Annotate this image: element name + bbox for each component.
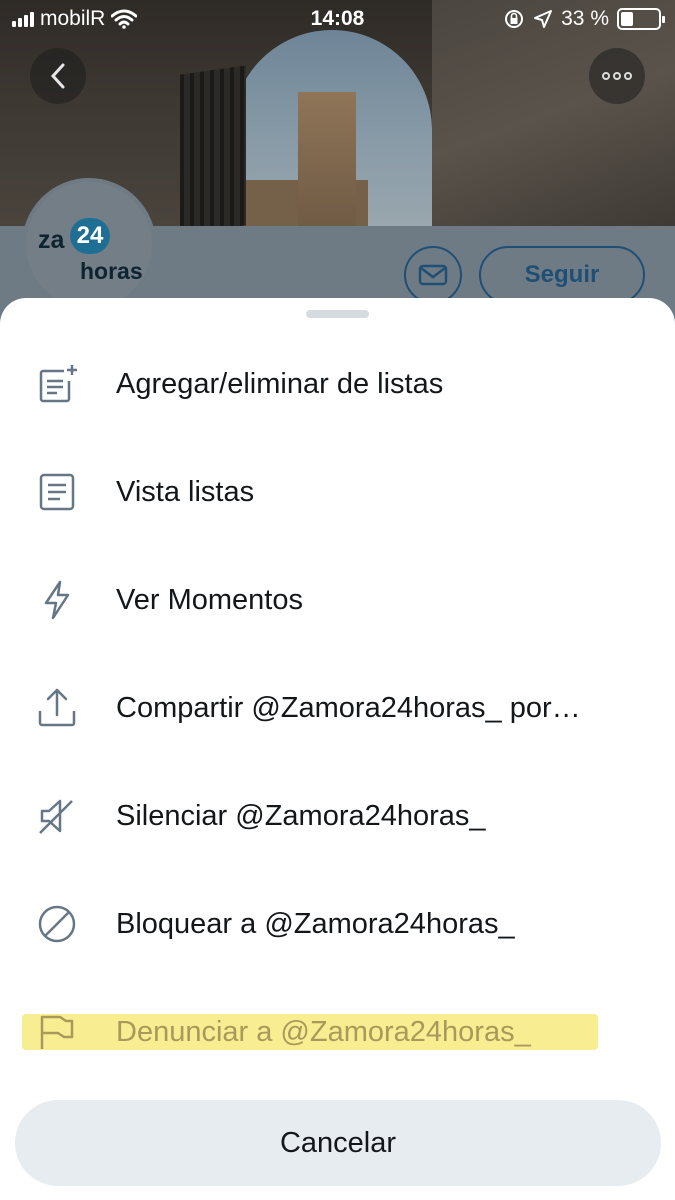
header-photo-gate [180,65,246,226]
status-right: 33 % [503,7,665,31]
location-icon [534,10,553,28]
menu-item-block[interactable]: Bloquear a @Zamora24horas_ [0,870,675,978]
avatar-logo: za 24 horas [26,182,152,308]
action-sheet: Agregar/eliminar de listas Vista listas … [0,298,675,1200]
mute-icon [36,795,78,837]
orientation-lock-icon [505,10,524,28]
flag-icon [36,1011,78,1053]
message-button[interactable] [404,246,462,304]
cancel-button[interactable]: Cancelar [15,1100,661,1186]
battery-percent: 33 % [561,7,609,30]
share-icon [36,687,78,729]
avatar-logo-horas: horas [80,258,143,284]
envelope-icon [418,264,448,286]
sheet-grabber[interactable] [306,310,369,318]
menu-label: Compartir @Zamora24horas_ por… [116,691,581,724]
avatar[interactable]: za 24 horas [22,178,156,312]
menu-item-share[interactable]: Compartir @Zamora24horas_ por… [0,654,675,762]
header-photo-tower [298,92,356,226]
battery-fill [621,12,633,26]
more-options-button[interactable] [589,48,645,104]
menu-label: Bloquear a @Zamora24horas_ [116,907,515,940]
more-dot-icon [602,72,610,80]
block-icon [36,903,78,945]
more-dot-icon [613,72,621,80]
more-dot-icon [624,72,632,80]
menu-label: Silenciar @Zamora24horas_ [116,799,486,832]
avatar-logo-za: za [38,226,65,254]
menu-label: Denunciar a @Zamora24horas_ [116,1015,531,1048]
menu-label: Ver Momentos [116,583,303,616]
menu-item-add-remove-lists[interactable]: Agregar/eliminar de listas [0,330,675,438]
list-icon [36,471,78,513]
battery-icon [617,8,665,30]
menu-item-mute[interactable]: Silenciar @Zamora24horas_ [0,762,675,870]
chevron-left-icon [50,63,65,89]
back-button[interactable] [30,48,86,104]
lightning-icon [36,579,78,621]
menu-label: Agregar/eliminar de listas [116,367,444,400]
list-add-icon [36,363,78,405]
menu-item-report[interactable]: Denunciar a @Zamora24horas_ [0,978,675,1086]
follow-button[interactable]: Seguir [479,246,645,304]
status-bar: mobilR 14:08 33 % [0,0,675,38]
menu-label: Vista listas [116,475,255,508]
avatar-logo-24: 24 [70,218,110,254]
menu-item-moments[interactable]: Ver Momentos [0,546,675,654]
menu-item-view-lists[interactable]: Vista listas [0,438,675,546]
